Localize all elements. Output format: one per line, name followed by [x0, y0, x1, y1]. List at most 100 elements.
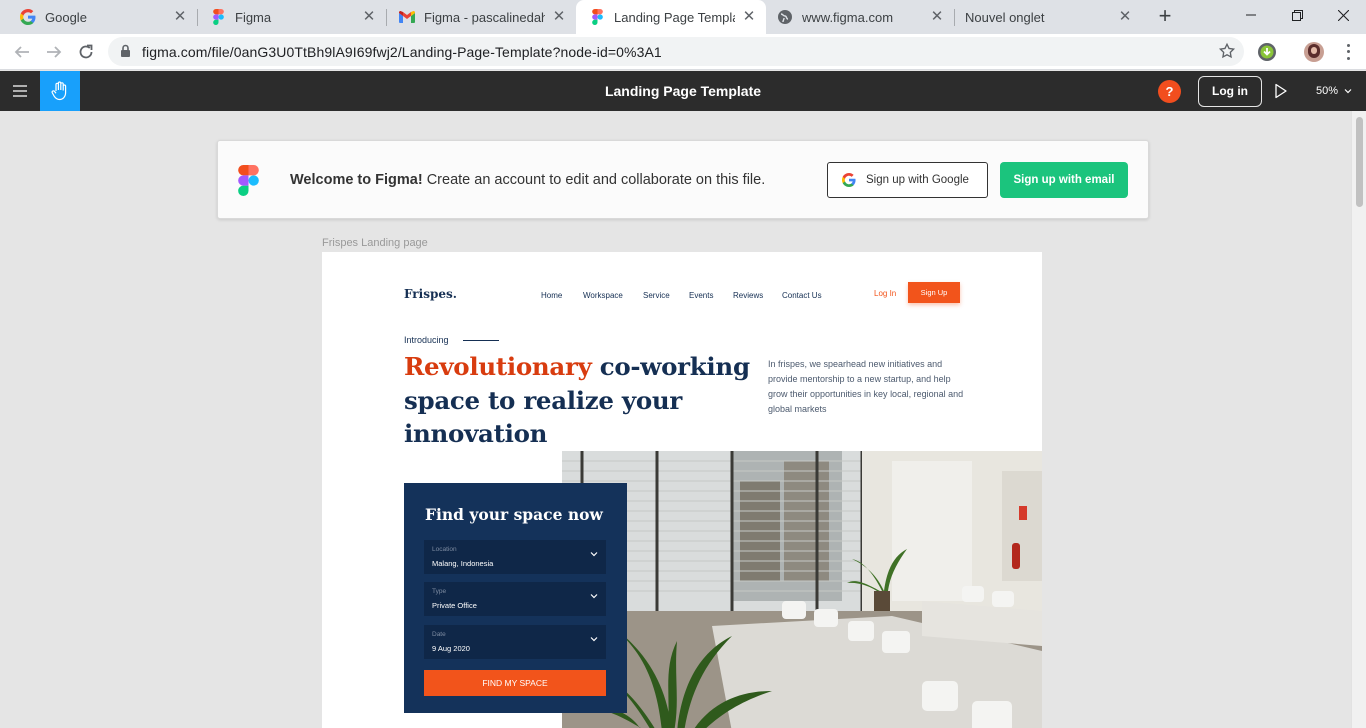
- zoom-control[interactable]: 50%: [1316, 85, 1352, 97]
- scrollbar-thumb[interactable]: [1356, 117, 1363, 207]
- restore-button[interactable]: [1274, 0, 1320, 30]
- browser-menu-button[interactable]: [1340, 42, 1356, 62]
- date-label: Date: [432, 631, 446, 638]
- google-icon: [842, 173, 856, 187]
- gmail-icon: [399, 9, 415, 25]
- reload-button[interactable]: [74, 40, 98, 64]
- figma-toolbar: Landing Page Template ? Log in 50%: [0, 71, 1366, 111]
- landing-login-link: Log In: [874, 289, 897, 298]
- close-window-button[interactable]: [1320, 0, 1366, 30]
- address-bar[interactable]: figma.com/file/0anG3U0TtBh9lA9I69fwj2/La…: [108, 37, 1244, 66]
- nav-workspace: Workspace: [583, 291, 623, 300]
- vertical-scrollbar[interactable]: [1351, 111, 1366, 728]
- zoom-level: 50%: [1316, 85, 1339, 97]
- google-button-label: Sign up with Google: [866, 174, 969, 186]
- landing-signup-button: Sign Up: [908, 282, 960, 303]
- intro-divider: [463, 340, 499, 341]
- close-icon[interactable]: ✕: [1117, 9, 1133, 25]
- canvas[interactable]: Welcome to Figma! Create an account to e…: [0, 111, 1366, 728]
- arrow-right-icon: [47, 46, 62, 58]
- menu-dot: [1346, 50, 1350, 54]
- nav-contact-us: Contact Us: [782, 291, 822, 300]
- office-photo: [562, 451, 1042, 728]
- date-select: Date 9 Aug 2020: [424, 625, 606, 659]
- new-tab-button[interactable]: +: [1153, 5, 1177, 29]
- chevron-down-icon: [590, 637, 598, 642]
- nav-events: Events: [689, 291, 714, 300]
- chevron-down-icon: [1344, 89, 1352, 94]
- nav-service: Service: [643, 291, 670, 300]
- location-value: Malang, Indonesia: [432, 559, 494, 568]
- figma-icon: [210, 9, 226, 25]
- tab-title: Nouvel onglet: [965, 9, 1045, 25]
- tab-figma-com[interactable]: www.figma.com ✕: [766, 0, 955, 34]
- location-label: Location: [432, 546, 457, 553]
- browser-toolbar: figma.com/file/0anG3U0TtBh9lA9I69fwj2/La…: [0, 34, 1366, 70]
- tab-nouvel-onglet[interactable]: Nouvel onglet ✕: [954, 0, 1142, 34]
- reload-icon: [79, 44, 93, 59]
- tab-landing-page-template[interactable]: Landing Page Template ✕: [576, 0, 766, 34]
- login-button[interactable]: Log in: [1198, 76, 1262, 107]
- date-value: 9 Aug 2020: [432, 644, 470, 653]
- welcome-text: Create an account to edit and collaborat…: [422, 172, 766, 188]
- star-icon[interactable]: [1218, 42, 1236, 60]
- close-icon[interactable]: ✕: [361, 9, 377, 25]
- tab-title: Figma: [235, 9, 272, 25]
- close-icon[interactable]: ✕: [741, 9, 757, 25]
- close-icon[interactable]: ✕: [551, 9, 567, 25]
- finder-title: Find your space now: [425, 505, 603, 524]
- play-icon[interactable]: [1274, 83, 1288, 99]
- tab-title: Google: [45, 9, 87, 25]
- tab-title: Landing Page Template: [614, 9, 735, 25]
- menu-dot: [1346, 57, 1350, 61]
- type-select: Type Private Office: [424, 582, 606, 616]
- forward-button[interactable]: [42, 40, 66, 64]
- find-space-panel: Find your space now Location Malang, Ind…: [404, 483, 627, 713]
- browser-tab-bar: Google ✕ Figma ✕ Figma - pascalinedahzin…: [0, 0, 1366, 34]
- sign-up-email-button[interactable]: Sign up with email: [1000, 162, 1128, 198]
- arrow-left-icon: [14, 46, 29, 58]
- help-button[interactable]: ?: [1158, 80, 1181, 103]
- type-value: Private Office: [432, 601, 477, 610]
- nav-home: Home: [541, 291, 563, 300]
- intro-label: Introducing: [404, 335, 449, 345]
- url-text: figma.com/file/0anG3U0TtBh9lA9I69fwj2/La…: [142, 44, 662, 60]
- tab-google[interactable]: Google ✕: [0, 0, 198, 34]
- hero-headline: Revolutionary co-working space to realiz…: [404, 350, 764, 451]
- type-label: Type: [432, 588, 447, 595]
- nav-reviews: Reviews: [733, 291, 764, 300]
- google-icon: [20, 9, 36, 25]
- back-button[interactable]: [10, 40, 34, 64]
- welcome-message: Welcome to Figma! Create an account to e…: [290, 172, 765, 188]
- minimize-button[interactable]: [1228, 0, 1274, 30]
- location-select: Location Malang, Indonesia: [424, 540, 606, 574]
- find-my-space-button: FIND MY SPACE: [424, 670, 606, 696]
- extension-button[interactable]: [1258, 43, 1276, 61]
- brand-logo: Frispes.: [404, 287, 457, 301]
- figma-logo-icon: [238, 165, 259, 196]
- profile-avatar[interactable]: [1304, 42, 1324, 62]
- welcome-banner: Welcome to Figma! Create an account to e…: [217, 140, 1149, 219]
- tab-gmail[interactable]: Figma - pascalinedahzin ✕: [386, 0, 576, 34]
- headline-accent: Revolutionary: [404, 352, 592, 381]
- minimize-icon: [1246, 14, 1256, 16]
- download-extension-icon: [1260, 45, 1274, 59]
- landing-page-frame[interactable]: Frispes. Home Workspace Service Events R…: [322, 252, 1042, 728]
- chevron-down-icon: [590, 594, 598, 599]
- tab-figma[interactable]: Figma ✕: [197, 0, 387, 34]
- sign-up-google-button[interactable]: Sign up with Google: [827, 162, 988, 198]
- menu-dot: [1346, 43, 1350, 47]
- globe-icon: [777, 9, 793, 25]
- hero-description: In frispes, we spearhead new initiatives…: [768, 359, 964, 414]
- close-icon[interactable]: ✕: [929, 9, 945, 25]
- tab-title: www.figma.com: [802, 9, 894, 25]
- lock-icon: [121, 44, 130, 57]
- tab-title: Figma - pascalinedahzin: [424, 9, 545, 25]
- restore-icon: [1291, 9, 1303, 21]
- welcome-title: Welcome to Figma!: [290, 172, 423, 188]
- figma-icon: [589, 9, 605, 25]
- close-icon[interactable]: ✕: [172, 9, 188, 25]
- close-icon: [1337, 9, 1349, 21]
- frame-label[interactable]: Frispes Landing page: [322, 237, 428, 249]
- chevron-down-icon: [590, 552, 598, 557]
